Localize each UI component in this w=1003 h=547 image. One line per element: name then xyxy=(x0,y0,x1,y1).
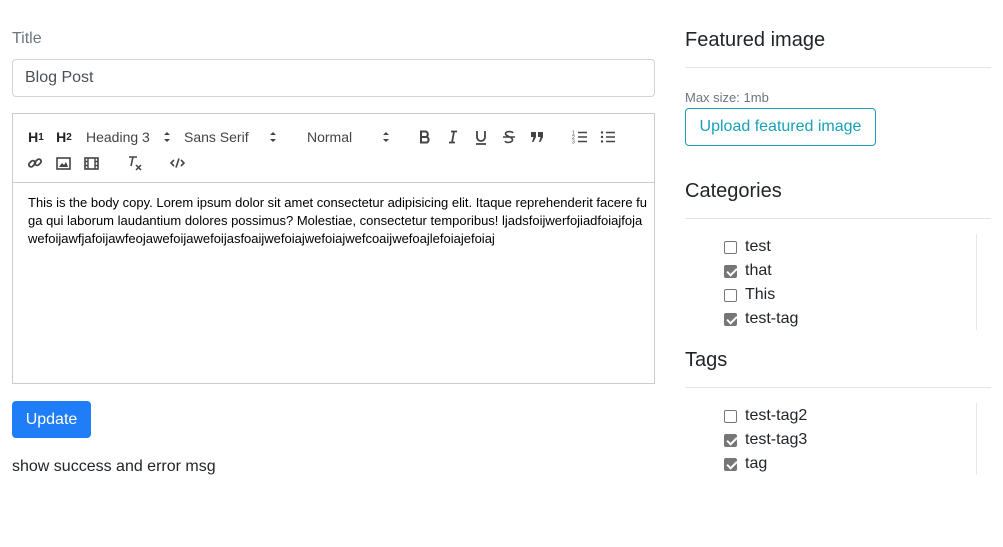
divider xyxy=(685,218,991,219)
divider xyxy=(685,67,991,68)
ordered-list-icon[interactable]: 123 xyxy=(571,125,589,149)
category-checkbox-that[interactable]: that xyxy=(724,261,772,281)
category-checkbox-test-tag[interactable]: test-tag xyxy=(724,309,798,329)
image-icon[interactable] xyxy=(54,151,72,175)
chevron-updown-icon xyxy=(383,132,389,142)
divider xyxy=(685,387,991,388)
tag-label: test-tag3 xyxy=(745,431,808,448)
tag-label: tag xyxy=(745,455,768,472)
category-label: This xyxy=(745,286,776,303)
strike-icon[interactable] xyxy=(500,125,518,149)
status-message: show success and error msg xyxy=(12,458,216,475)
checkbox[interactable] xyxy=(724,409,737,423)
header-select[interactable]: Heading 3 xyxy=(86,125,171,149)
header-1-icon[interactable]: H1 xyxy=(26,125,46,149)
code-icon[interactable] xyxy=(168,151,186,175)
category-label: that xyxy=(745,262,772,279)
font-select[interactable]: Sans Serif xyxy=(184,125,277,149)
size-select[interactable]: Normal xyxy=(307,125,390,149)
editor-toolbar: H1 H2 Heading 3 Sans Serif Normal 1 2 3 xyxy=(13,114,654,183)
category-label: test xyxy=(745,238,771,255)
italic-icon[interactable] xyxy=(444,125,462,149)
title-input[interactable] xyxy=(12,59,655,97)
categories-scrollbar[interactable] xyxy=(976,234,977,330)
bold-icon[interactable] xyxy=(416,125,434,149)
max-size-note: Max size: 1mb xyxy=(685,90,769,105)
tag-checkbox-test-tag3[interactable]: test-tag3 xyxy=(724,430,807,450)
update-button[interactable]: Update xyxy=(12,401,91,438)
header-2-icon[interactable]: H2 xyxy=(54,125,74,149)
tag-checkbox-test-tag2[interactable]: test-tag2 xyxy=(724,406,807,426)
blockquote-icon[interactable] xyxy=(528,125,546,149)
video-icon[interactable] xyxy=(82,151,100,175)
category-label: test-tag xyxy=(745,310,799,327)
category-checkbox-this[interactable]: This xyxy=(724,285,775,305)
tag-label: test-tag2 xyxy=(745,407,808,424)
editor-body[interactable]: This is the body copy. Lorem ipsum dolor… xyxy=(28,194,648,248)
checkbox[interactable] xyxy=(724,312,737,326)
bullet-list-icon[interactable] xyxy=(599,125,617,149)
categories-heading: Categories xyxy=(685,180,782,202)
underline-icon[interactable] xyxy=(472,125,490,149)
size-select-value: Normal xyxy=(307,129,353,145)
checkbox[interactable] xyxy=(724,240,737,254)
chevron-updown-icon xyxy=(270,132,276,142)
tag-checkbox-tag[interactable]: tag xyxy=(724,454,767,474)
svg-text:3: 3 xyxy=(572,140,575,145)
link-icon[interactable] xyxy=(26,151,44,175)
featured-image-heading: Featured image xyxy=(685,29,826,51)
checkbox[interactable] xyxy=(724,433,737,447)
title-label: Title xyxy=(12,30,42,47)
tags-heading: Tags xyxy=(685,349,728,371)
upload-featured-image-button[interactable]: Upload featured image xyxy=(685,108,876,146)
tags-scrollbar[interactable] xyxy=(976,403,977,475)
rich-text-editor: H1 H2 Heading 3 Sans Serif Normal 1 2 3 … xyxy=(12,113,655,384)
clear-format-icon[interactable] xyxy=(126,151,144,175)
header-select-value: Heading 3 xyxy=(86,129,150,145)
checkbox[interactable] xyxy=(724,288,737,302)
checkbox[interactable] xyxy=(724,457,737,471)
checkbox[interactable] xyxy=(724,264,737,278)
font-select-value: Sans Serif xyxy=(184,129,249,145)
category-checkbox-test[interactable]: test xyxy=(724,237,771,257)
chevron-updown-icon xyxy=(164,132,170,142)
